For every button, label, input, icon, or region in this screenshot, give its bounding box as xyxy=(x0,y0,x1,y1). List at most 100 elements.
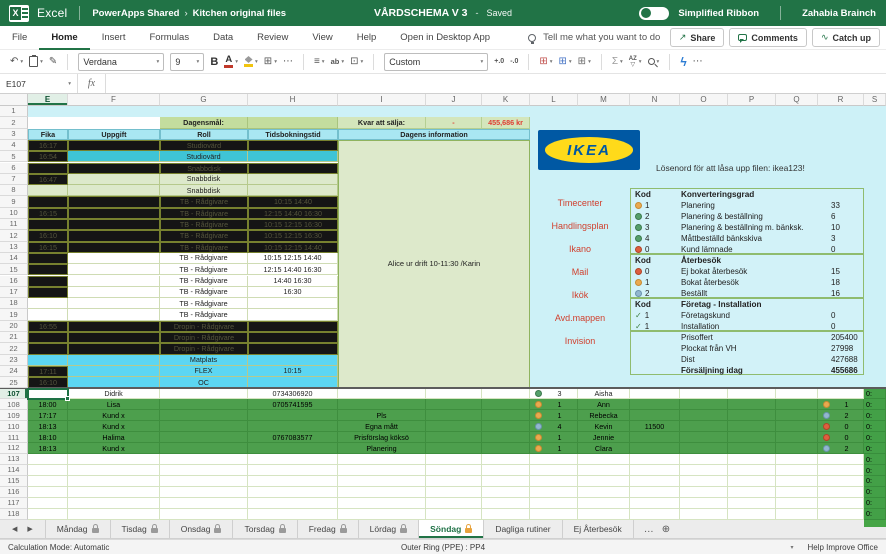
row-header-107[interactable]: 107 xyxy=(0,389,28,400)
cell-G12[interactable]: TB - Rådgivare xyxy=(160,230,248,241)
row-header-114[interactable]: 114 xyxy=(0,465,28,476)
cell-E3[interactable]: Fika xyxy=(28,129,68,140)
cell-S110[interactable]: 0: xyxy=(864,421,886,432)
cell-O115[interactable] xyxy=(680,476,728,487)
cell-Q110[interactable] xyxy=(776,421,818,432)
cell-H18[interactable] xyxy=(248,298,338,309)
cell-O117[interactable] xyxy=(680,498,728,509)
cell-I118[interactable] xyxy=(338,509,426,520)
cell-Q111[interactable] xyxy=(776,432,818,443)
cell-I116[interactable] xyxy=(338,487,426,498)
column-header-F[interactable]: F xyxy=(68,94,160,106)
cell-E15[interactable] xyxy=(28,264,68,275)
cell-H7[interactable] xyxy=(248,174,338,185)
row-header-8[interactable]: 8 xyxy=(0,185,28,196)
cell-R117[interactable] xyxy=(818,498,864,509)
row-header-25[interactable]: 25 xyxy=(0,377,28,388)
cell-Q117[interactable] xyxy=(776,498,818,509)
more-commands-button[interactable]: ⋯ xyxy=(693,56,703,67)
cell-H10[interactable]: 12:15 14:40 16:30 xyxy=(248,208,338,219)
row-header-110[interactable]: 110 xyxy=(0,421,28,432)
select-all-corner[interactable] xyxy=(0,94,28,106)
cell-G9[interactable]: TB - Rådgivare xyxy=(160,196,248,207)
cell-F22[interactable] xyxy=(68,343,160,354)
fx-icon[interactable]: fx xyxy=(78,74,106,93)
cell-J111[interactable] xyxy=(426,432,482,443)
cell-L118[interactable] xyxy=(530,509,578,520)
column-header-Q[interactable]: Q xyxy=(776,94,818,106)
cell-F3[interactable]: Uppgift xyxy=(68,129,160,140)
cell-L109[interactable]: 1 xyxy=(530,410,578,421)
cell-K114[interactable] xyxy=(482,465,530,476)
cell-S111[interactable]: 0: xyxy=(864,432,886,443)
column-header-N[interactable]: N xyxy=(630,94,680,106)
cell-F113[interactable] xyxy=(68,454,160,465)
cell-Q118[interactable] xyxy=(776,509,818,520)
cell-I2[interactable]: Kvar att sälja: xyxy=(338,117,426,128)
cell-Q113[interactable] xyxy=(776,454,818,465)
cell-I108[interactable] xyxy=(338,399,426,410)
cell-F117[interactable] xyxy=(68,498,160,509)
row-header-14[interactable]: 14 xyxy=(0,253,28,264)
cell-E8[interactable] xyxy=(28,185,68,196)
cell-J115[interactable] xyxy=(426,476,482,487)
cell-K118[interactable] xyxy=(482,509,530,520)
cell-F5[interactable] xyxy=(68,151,160,162)
sheet-tab-ej-återbesök[interactable]: Ej Återbesök xyxy=(563,520,634,538)
row-header-21[interactable]: 21 xyxy=(0,332,28,343)
cell-E113[interactable] xyxy=(28,454,68,465)
fill-color-button[interactable]: ▾ xyxy=(244,56,258,67)
tab-overflow-icon[interactable]: … xyxy=(644,524,654,535)
cell-G115[interactable] xyxy=(160,476,248,487)
autosum-button[interactable]: Σ ▾ xyxy=(612,56,623,67)
cell-L114[interactable] xyxy=(530,465,578,476)
cell-O109[interactable] xyxy=(680,410,728,421)
cell-R115[interactable] xyxy=(818,476,864,487)
cell-F112[interactable]: Kund x xyxy=(68,443,160,454)
cell-G116[interactable] xyxy=(160,487,248,498)
cell-E16[interactable] xyxy=(28,276,68,287)
row-header-15[interactable]: 15 xyxy=(0,264,28,275)
cell-F108[interactable]: Lisa xyxy=(68,399,160,410)
cell-G18[interactable]: TB - Rådgivare xyxy=(160,298,248,309)
formula-input[interactable] xyxy=(106,74,886,93)
cell-L112[interactable]: 1 xyxy=(530,443,578,454)
sheet-tab-torsdag[interactable]: Torsdag xyxy=(233,520,297,538)
cell-G3[interactable]: Roll xyxy=(160,129,248,140)
tabs-prev-icon[interactable]: ◀ xyxy=(12,525,17,533)
cell-E17[interactable] xyxy=(28,287,68,298)
row-header-6[interactable]: 6 xyxy=(0,163,28,174)
bold-button[interactable]: B xyxy=(210,56,218,68)
cell-J116[interactable] xyxy=(426,487,482,498)
cell-G4[interactable]: Studiovärd xyxy=(160,140,248,151)
cell-H107[interactable]: 0734306920 xyxy=(248,389,338,400)
sheet-tab-måndag[interactable]: Måndag xyxy=(45,520,111,538)
row-header-11[interactable]: 11 xyxy=(0,219,28,230)
ribbon-tab-help[interactable]: Help xyxy=(345,26,389,50)
column-header-J[interactable]: J xyxy=(426,94,482,106)
cell-H3[interactable]: Tidsbokningstid xyxy=(248,129,338,140)
cell-K2[interactable]: 455,686 kr xyxy=(482,117,530,128)
column-header-P[interactable]: P xyxy=(728,94,776,106)
cell-P114[interactable] xyxy=(728,465,776,476)
cell-E112[interactable]: 18:13 xyxy=(28,443,68,454)
row-header-113[interactable]: 113 xyxy=(0,454,28,465)
row-header-23[interactable]: 23 xyxy=(0,355,28,366)
cell-J107[interactable] xyxy=(426,389,482,400)
row-header-2[interactable]: 2 xyxy=(0,117,28,128)
cell-H13[interactable]: 10:15 12:15 14:40 xyxy=(248,242,338,253)
cell-P111[interactable] xyxy=(728,432,776,443)
cell-R108[interactable]: 1 xyxy=(818,399,864,410)
cell-H23[interactable] xyxy=(248,355,338,366)
cell-S109[interactable]: 0: xyxy=(864,410,886,421)
cell-H17[interactable]: 16:30 xyxy=(248,287,338,298)
cell-J112[interactable] xyxy=(426,443,482,454)
simplified-ribbon-toggle[interactable] xyxy=(639,7,669,20)
cell-G23[interactable]: Matplats xyxy=(160,355,248,366)
cell-E22[interactable] xyxy=(28,343,68,354)
font-color-button[interactable]: A ▾ xyxy=(224,55,238,69)
link-invision[interactable]: Invision xyxy=(532,335,628,347)
row-header-9[interactable]: 9 xyxy=(0,196,28,207)
cell-R113[interactable] xyxy=(818,454,864,465)
cell-G11[interactable]: TB - Rådgivare xyxy=(160,219,248,230)
